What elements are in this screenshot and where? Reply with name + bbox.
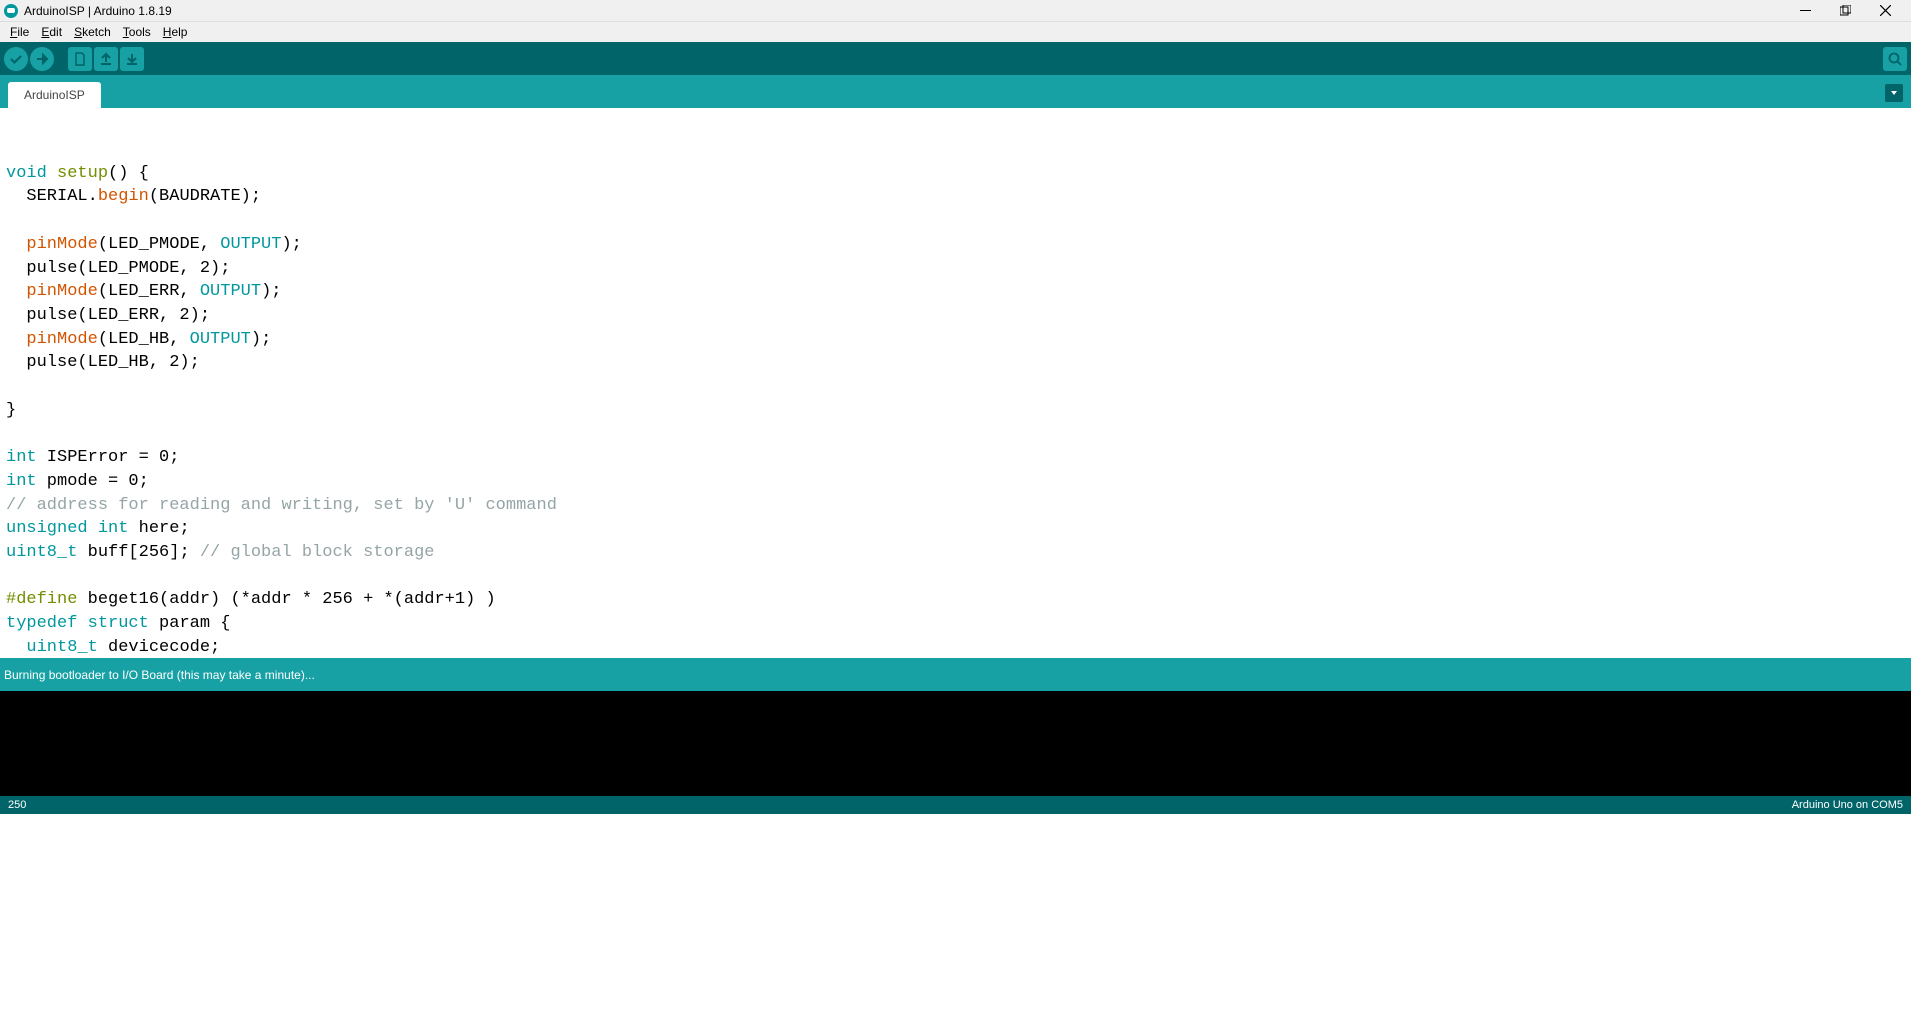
menu-help[interactable]: Help (157, 23, 194, 41)
maximize-button[interactable] (1831, 1, 1859, 21)
upload-button[interactable] (30, 47, 54, 71)
window-title: ArduinoISP | Arduino 1.8.19 (24, 4, 1791, 18)
board-info: Arduino Uno on COM5 (1792, 799, 1903, 811)
menu-edit[interactable]: Edit (35, 23, 68, 41)
bottombar: 250 Arduino Uno on COM5 (0, 796, 1911, 814)
toolbar (0, 42, 1911, 75)
minimize-button[interactable] (1791, 1, 1819, 21)
new-button[interactable] (68, 47, 92, 71)
menu-tools[interactable]: Tools (117, 23, 157, 41)
verify-button[interactable] (4, 47, 28, 71)
menu-file[interactable]: File (4, 23, 35, 41)
menubar: File Edit Sketch Tools Help (0, 22, 1911, 42)
code-token: void (6, 164, 47, 183)
open-button[interactable] (94, 47, 118, 71)
code-editor[interactable]: void setup() { SERIAL.begin(BAUDRATE); p… (0, 108, 1911, 658)
save-button[interactable] (120, 47, 144, 71)
status-message: Burning bootloader to I/O Board (this ma… (0, 658, 1911, 691)
close-button[interactable] (1871, 1, 1899, 21)
tab-menu-button[interactable] (1885, 84, 1903, 102)
tabbar: ArduinoISP (0, 75, 1911, 108)
titlebar: ArduinoISP | Arduino 1.8.19 (0, 0, 1911, 22)
menu-sketch[interactable]: Sketch (68, 23, 117, 41)
tab-arduinoisp[interactable]: ArduinoISP (8, 82, 101, 108)
app-icon (4, 4, 18, 18)
serial-monitor-button[interactable] (1883, 47, 1907, 71)
line-number: 250 (8, 799, 26, 811)
console-output[interactable] (0, 691, 1911, 796)
